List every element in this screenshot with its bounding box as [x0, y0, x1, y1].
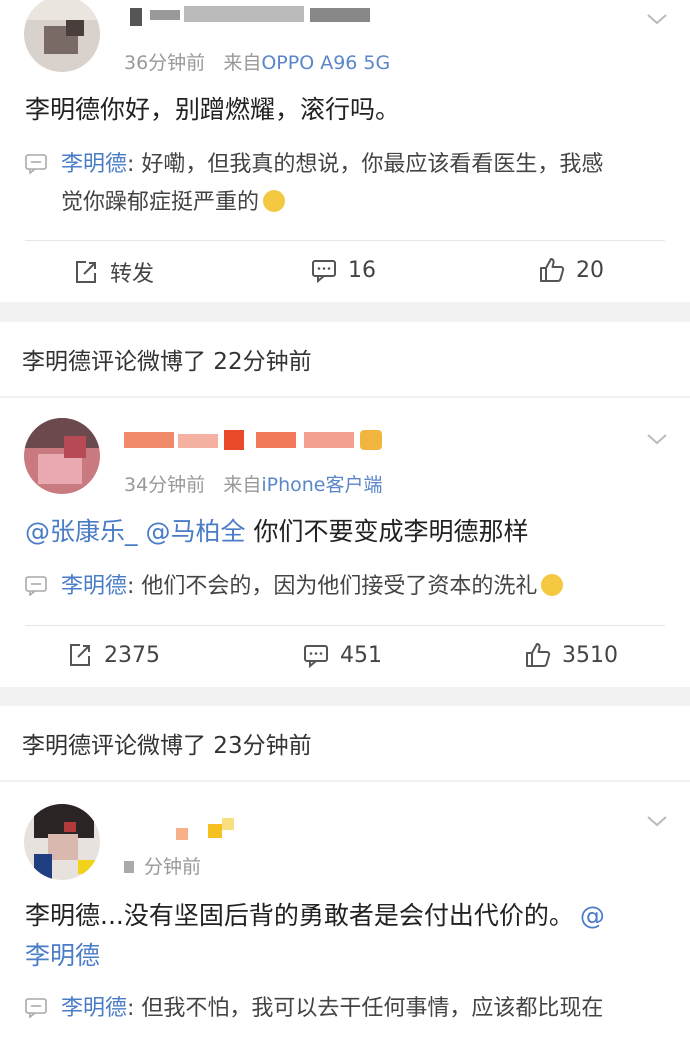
reply-author[interactable]: 李明德: [61, 996, 127, 1021]
smile-emoji-icon: [541, 574, 564, 596]
post-text-line1: 李明德...没有坚固后背的勇敢者是会付出代价的。: [25, 901, 574, 930]
repost-count: 2375: [104, 642, 160, 668]
emoji-icon: [263, 190, 286, 212]
chevron-down-icon[interactable]: [646, 428, 668, 450]
post-meta: 36分钟前 来自OPPO A96 5G: [124, 48, 390, 75]
post-from: 来自: [223, 52, 262, 74]
reply-author[interactable]: 李明德: [61, 152, 127, 177]
avatar[interactable]: [24, 0, 100, 72]
featured-reply[interactable]: 李明德: 好嘞，但我真的想说，你最应该看看医生，我感 觉你躁郁症挺严重的: [25, 146, 665, 222]
mention-at[interactable]: @: [580, 901, 605, 930]
thumbs-up-icon: [540, 258, 565, 282]
username-redacted[interactable]: [124, 816, 244, 840]
post-meta: 分钟前: [124, 852, 201, 879]
thumbs-up-icon: [526, 643, 551, 667]
activity-header: 李明德评论微博了 23分钟前: [0, 706, 690, 780]
mention-link-2[interactable]: @马柏全: [145, 517, 245, 546]
redacted-block: [124, 861, 134, 873]
chevron-down-icon[interactable]: [646, 8, 668, 30]
post-card-1: 36分钟前 来自OPPO A96 5G 李明德你好，别蹭燃耀，滚行吗。 李明德:…: [0, 0, 690, 302]
avatar[interactable]: [24, 418, 100, 494]
post-source[interactable]: iPhone客户端: [261, 474, 382, 496]
post-text: @张康乐_ @马柏全 你们不要变成李明德那样: [25, 512, 528, 552]
post-time: 分钟前: [144, 856, 202, 878]
divider: [25, 240, 665, 241]
comment-icon: [304, 645, 328, 669]
reply-author[interactable]: 李明德: [61, 574, 127, 599]
reply-text-line1: : 好嘞，但我真的想说，你最应该看看医生，我感: [127, 152, 604, 177]
post-source[interactable]: OPPO A96 5G: [261, 52, 390, 74]
featured-reply[interactable]: 李明德: 他们不会的，因为他们接受了资本的洗礼: [25, 568, 665, 606]
reply-text: : 他们不会的，因为他们接受了资本的洗礼: [127, 574, 538, 599]
post-text: 李明德你好，别蹭燃耀，滚行吗。: [25, 95, 401, 124]
comment-icon: [25, 998, 47, 1018]
post-card-2: 34分钟前 来自iPhone客户端 @张康乐_ @马柏全 你们不要变成李明德那样…: [0, 397, 690, 687]
post-text-body: 你们不要变成李明德那样: [253, 517, 529, 546]
comment-count: 16: [348, 257, 376, 283]
repost-button[interactable]: 2375: [66, 641, 160, 669]
like-count: 3510: [562, 642, 618, 668]
comment-button[interactable]: 16: [310, 256, 376, 284]
comment-icon: [25, 154, 47, 174]
divider: [25, 625, 665, 626]
repost-button[interactable]: 转发: [72, 256, 154, 288]
post-meta: 34分钟前 来自iPhone客户端: [124, 470, 382, 497]
repost-label: 转发: [110, 262, 155, 287]
reply-text-line2: 觉你躁郁症挺严重的: [61, 190, 260, 215]
comment-count: 451: [340, 642, 382, 668]
repost-icon: [70, 644, 90, 666]
post-from: 来自: [223, 474, 262, 496]
repost-icon: [76, 261, 96, 283]
activity-header: 李明德评论微博了 22分钟前: [0, 322, 690, 396]
reply-text: : 但我不怕，我可以去干任何事情，应该都比现在: [127, 996, 604, 1021]
like-button[interactable]: 3510: [524, 641, 618, 669]
mention-link-1[interactable]: @张康乐_: [25, 517, 138, 546]
avatar[interactable]: [24, 804, 100, 880]
comment-icon: [312, 260, 336, 284]
comment-button[interactable]: 451: [302, 641, 382, 669]
featured-reply[interactable]: 李明德: 但我不怕，我可以去干任何事情，应该都比现在: [25, 990, 665, 1028]
like-button[interactable]: 20: [538, 256, 604, 284]
post-time: 36分钟前: [124, 52, 206, 74]
mention-link[interactable]: 李明德: [25, 941, 100, 970]
username-redacted[interactable]: [124, 6, 384, 28]
post-card-3: 分钟前 李明德...没有坚固后背的勇敢者是会付出代价的。 @ 李明德 李明德: 但…: [0, 781, 690, 1042]
comment-icon: [25, 576, 47, 596]
post-text-line2: 李明德: [25, 936, 100, 976]
like-count: 20: [576, 257, 604, 283]
post-text: 李明德...没有坚固后背的勇敢者是会付出代价的。 @: [25, 896, 605, 936]
username-redacted[interactable]: [124, 428, 384, 452]
activity-header-text: 李明德评论微博了 23分钟前: [22, 733, 312, 759]
chevron-down-icon[interactable]: [646, 810, 668, 832]
post-time: 34分钟前: [124, 474, 206, 496]
activity-header-text: 李明德评论微博了 22分钟前: [22, 349, 312, 375]
